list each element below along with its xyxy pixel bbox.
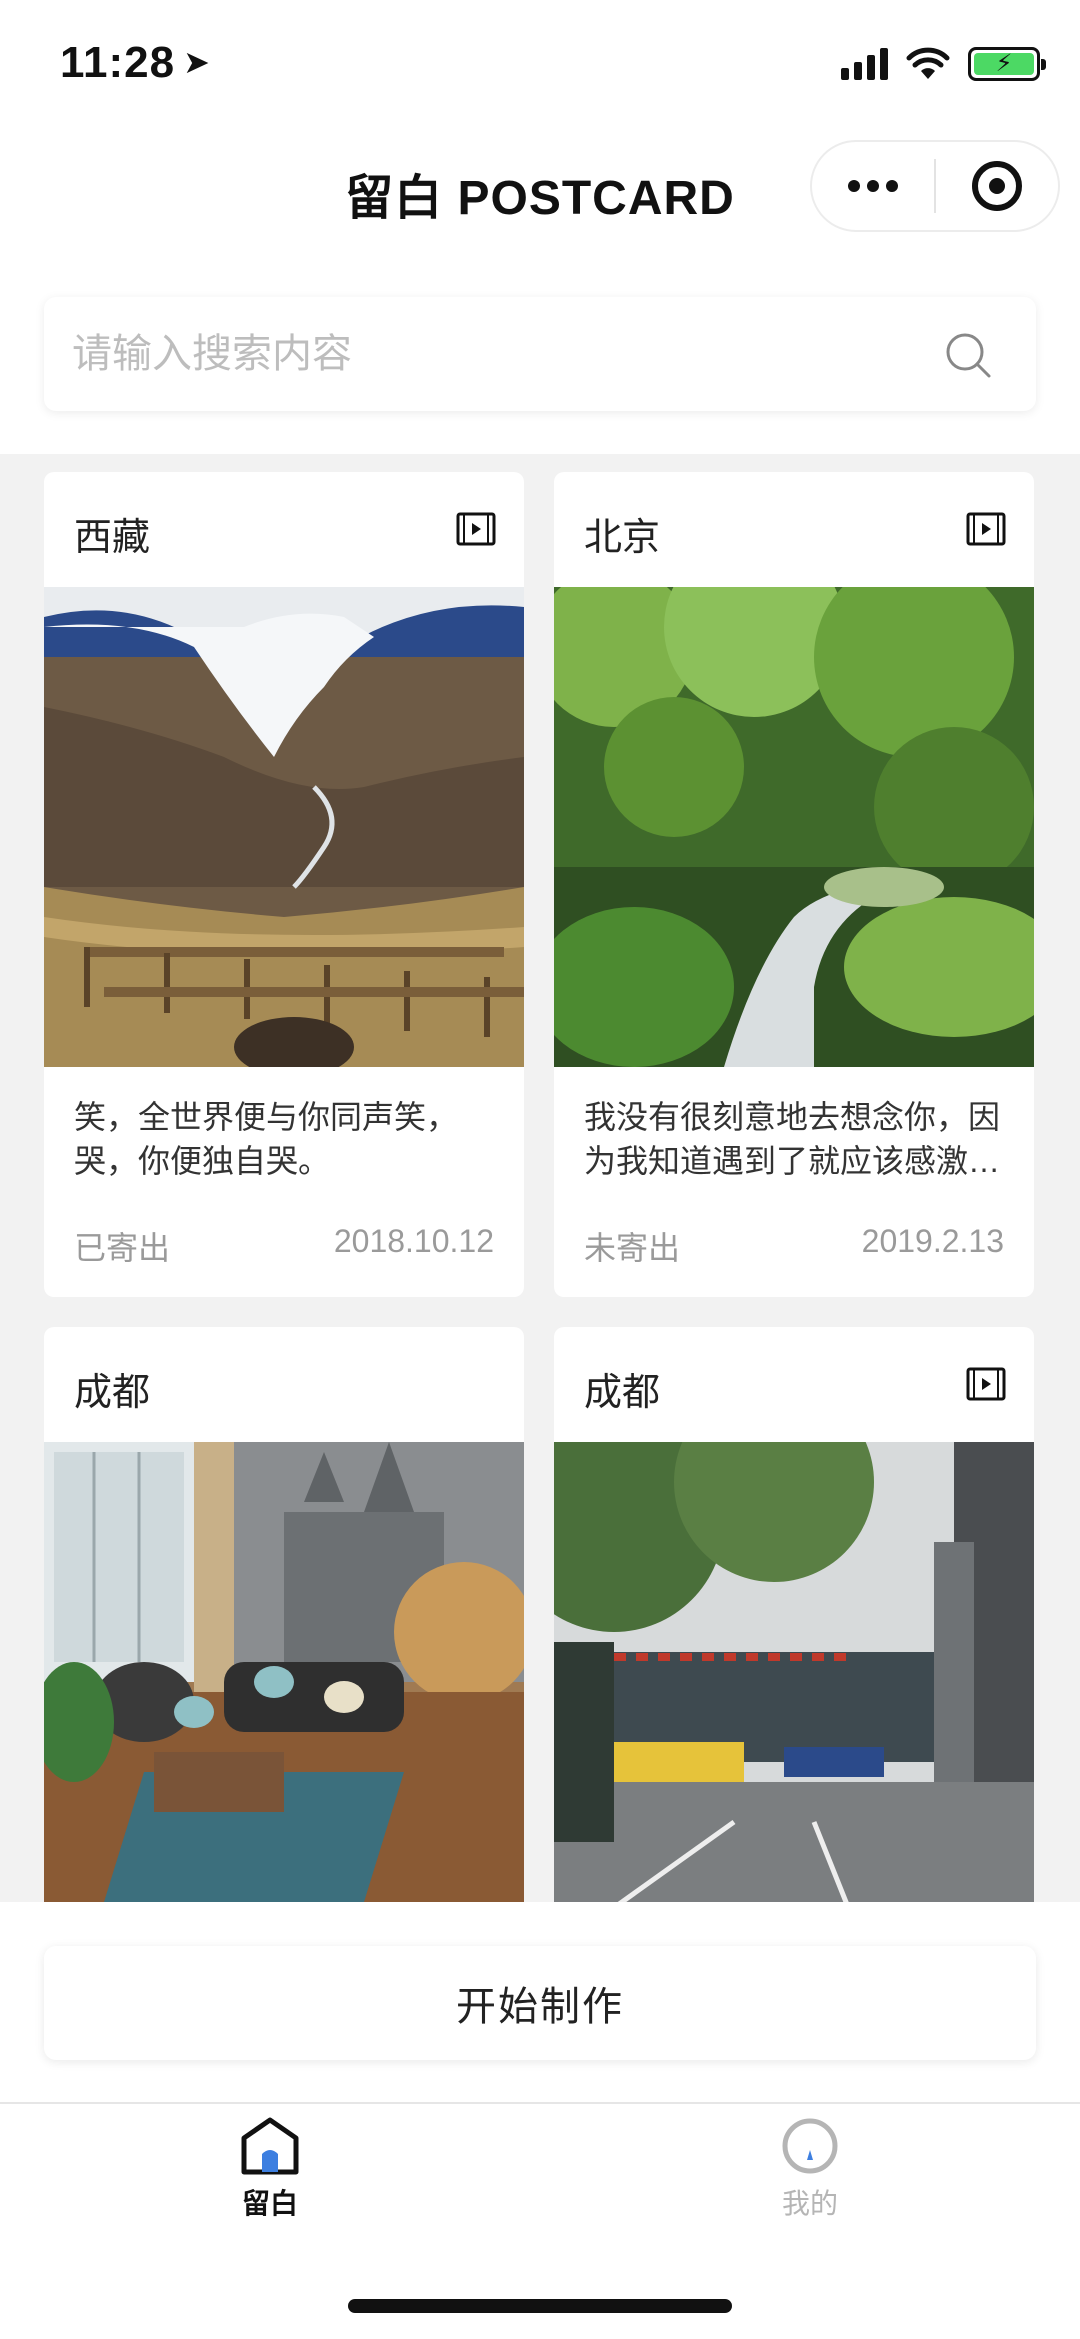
- more-dots-icon: [848, 180, 898, 192]
- action-area: 开始制作: [0, 1902, 1080, 2102]
- house-icon: [241, 2117, 299, 2175]
- tab-home-label: 留白: [241, 2188, 298, 2219]
- video-icon: [456, 512, 496, 546]
- status-time: 11:28 ➤: [60, 38, 211, 88]
- tab-mine-label: 我的: [781, 2188, 838, 2219]
- card-header: 成都: [44, 1327, 524, 1442]
- beijing-park-photo: [554, 587, 1034, 1067]
- wifi-icon: [906, 47, 950, 79]
- close-button[interactable]: [936, 142, 1058, 230]
- postcard-grid: 西藏 笑，全世界便与你同声笑，哭，你便独自哭。 已寄出 2018.10.12 北…: [0, 454, 1080, 1902]
- card-date: 2019.2.13: [861, 1223, 1004, 1259]
- card-footer: 已寄出 2018.10.12: [44, 1201, 524, 1293]
- video-icon: [966, 1367, 1006, 1401]
- card-city: 成都: [74, 1372, 151, 1414]
- status-bar: 11:28 ➤ ⚡: [0, 0, 1080, 132]
- card-header: 北京: [554, 472, 1034, 587]
- profile-circle-icon: [782, 2118, 838, 2174]
- mini-program-capsule: [810, 140, 1060, 232]
- card-message-text: 我没有很刻意地去想念你，因为我知道遇到了就应该感激，离开了就应该怀念。: [584, 1099, 1001, 1179]
- card-city: 成都: [584, 1372, 661, 1414]
- close-circle-icon: [972, 161, 1022, 211]
- postcard-card[interactable]: 成都: [554, 1327, 1034, 1902]
- card-footer: 未寄出 2019.2.13: [554, 1201, 1034, 1293]
- home-indicator: [348, 2299, 732, 2313]
- more-button[interactable]: [812, 142, 934, 230]
- title-bar: 留白 POSTCARD: [0, 132, 1080, 272]
- card-header: 成都: [554, 1327, 1034, 1442]
- card-message-text: 笑，全世界便与你同声笑，哭，你便独自哭。: [74, 1099, 459, 1179]
- status-time-text: 11:28: [60, 38, 176, 87]
- tibet-glacier-photo: [44, 587, 524, 1067]
- cellular-signal-icon: [841, 48, 888, 80]
- battery-icon: ⚡: [968, 47, 1046, 81]
- chengdu-street-photo: [554, 1442, 1034, 1902]
- postcard-card[interactable]: 北京 我没有很刻意地去想念你，因为我知道遇到了就应该感激， 未寄出 2019.2…: [554, 472, 1034, 1297]
- location-arrow-icon: ➤: [183, 44, 211, 80]
- status-icons: ⚡: [841, 44, 1046, 84]
- search-icon[interactable]: [944, 331, 992, 379]
- search-input[interactable]: [72, 297, 932, 411]
- card-status: 未寄出: [584, 1230, 681, 1266]
- card-city: 西藏: [74, 517, 151, 559]
- search-area: [0, 272, 1080, 454]
- card-message: 笑，全世界便与你同声笑，哭，你便独自哭。: [44, 1067, 524, 1201]
- chengdu-living-room-photo: [44, 1442, 524, 1902]
- start-create-button[interactable]: 开始制作: [44, 1946, 1036, 2060]
- tab-home[interactable]: 留白: [120, 2116, 420, 2246]
- card-date: 2018.10.12: [333, 1223, 494, 1259]
- video-icon: [966, 512, 1006, 546]
- postcard-card[interactable]: 西藏 笑，全世界便与你同声笑，哭，你便独自哭。 已寄出 2018.10.12: [44, 472, 524, 1297]
- search-box: [44, 297, 1036, 411]
- postcard-card[interactable]: 成都: [44, 1327, 524, 1902]
- card-header: 西藏: [44, 472, 524, 587]
- card-message: 我没有很刻意地去想念你，因为我知道遇到了就应该感激，离开了就应该怀念。: [554, 1067, 1034, 1201]
- card-status: 已寄出: [74, 1230, 171, 1266]
- card-city: 北京: [584, 517, 661, 559]
- app-screen: 11:28 ➤ ⚡ 留白 POSTCARD 请输入搜索内容 西藏 笑，全世界便与…: [0, 0, 1080, 2339]
- tab-mine[interactable]: 我的: [660, 2116, 960, 2246]
